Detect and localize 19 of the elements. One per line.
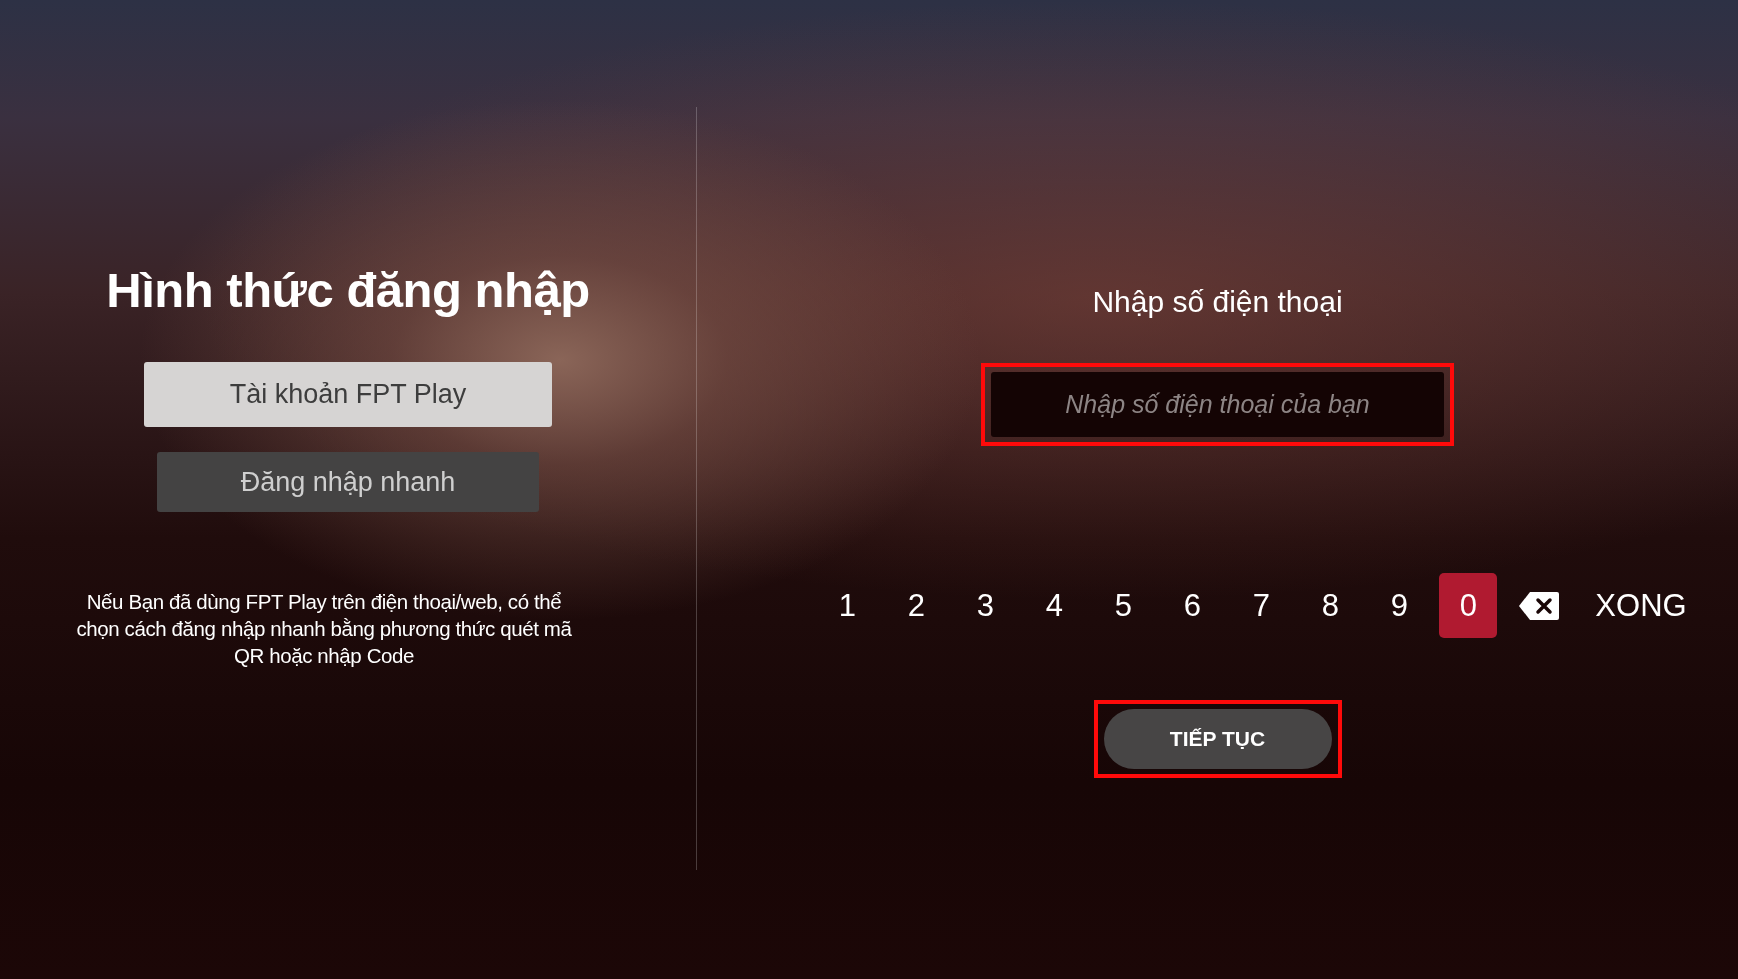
digit-key[interactable]: 1	[818, 573, 877, 638]
digit-key[interactable]: 4	[1025, 573, 1084, 638]
done-key[interactable]: XONG	[1595, 587, 1687, 624]
digit-key[interactable]: 7	[1232, 573, 1291, 638]
page-title: Hình thức đăng nhập	[106, 262, 590, 318]
digit-key[interactable]: 6	[1163, 573, 1222, 638]
login-option-button[interactable]: Tài khoản FPT Play	[144, 362, 552, 427]
backspace-icon[interactable]	[1518, 590, 1561, 621]
digit-key[interactable]: 2	[887, 573, 946, 638]
digit-key[interactable]: 5	[1094, 573, 1153, 638]
login-option-button[interactable]: Đăng nhập nhanh	[157, 452, 539, 512]
phone-input-field[interactable]: Nhập số điện thoại của bạn	[991, 372, 1444, 437]
digit-key[interactable]: 0	[1439, 573, 1498, 638]
continue-button[interactable]: TIẾP TỤC	[1103, 709, 1332, 769]
section-heading: Nhập số điện thoại	[1092, 285, 1343, 319]
digit-key[interactable]: 9	[1370, 573, 1429, 638]
login-note: Nếu Bạn đã dùng FPT Play trên điện thoại/web, có thể chọn cách đăng nhập nhanh bằng phương thức quét mã QR hoặc nhập Code	[75, 589, 573, 669]
digit-key[interactable]: 8	[1301, 573, 1360, 638]
digit-key[interactable]: 3	[956, 573, 1015, 638]
